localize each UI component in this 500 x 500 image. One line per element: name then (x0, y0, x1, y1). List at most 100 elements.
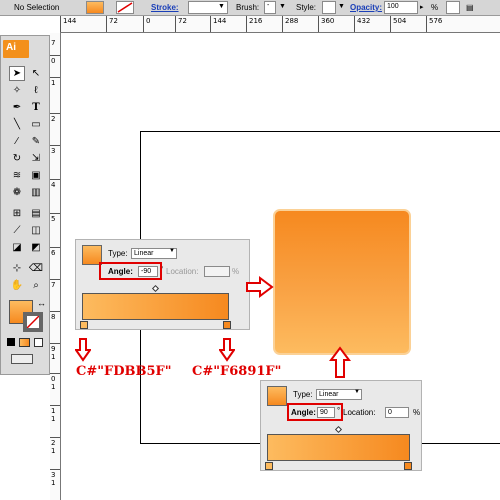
gradient-rectangle[interactable] (273, 209, 411, 355)
ruler-label: 288 (285, 17, 299, 25)
blend-tool-icon[interactable]: ◫ (28, 223, 44, 238)
control-bar: No Selection Stroke: ▼ Brush: - ▼ Style:… (0, 0, 500, 16)
location-input[interactable] (204, 266, 230, 277)
gradient-stop-start[interactable] (265, 462, 273, 470)
ruler-label: 1 (51, 79, 56, 87)
ruler-label: 144 (213, 17, 227, 25)
ruler-label: 0 (51, 57, 56, 65)
rectangle-tool-icon[interactable]: ▭ (28, 117, 44, 132)
paintbrush-tool-icon[interactable]: ∕ (9, 134, 25, 149)
gradient-preview-swatch[interactable] (267, 386, 287, 406)
opacity-input[interactable]: 100 (384, 1, 418, 14)
horizontal-ruler[interactable]: 144 72 0 72 144 216 288 360 432 504 576 (60, 16, 500, 33)
type-label: Type: (293, 390, 313, 399)
selection-tool-icon[interactable]: ➤ (9, 66, 25, 81)
ruler-label: 72 (109, 17, 118, 25)
ruler-label: 7 (51, 281, 56, 289)
chevron-right-icon[interactable]: ▸ (420, 3, 424, 11)
symbol-sprayer-tool-icon[interactable]: ❁ (9, 185, 25, 200)
distribute-icon[interactable]: ▤ (466, 3, 474, 12)
ruler-label: 504 (393, 17, 407, 25)
gradient-stop-end[interactable] (223, 321, 231, 329)
ruler-label: 360 (321, 17, 335, 25)
stroke-swatch[interactable] (23, 312, 43, 332)
gradient-mode-icon[interactable] (19, 338, 30, 347)
stroke-color-swatch[interactable] (116, 1, 134, 14)
ruler-label: 1 (51, 383, 56, 391)
chevron-down-icon[interactable]: ▼ (169, 248, 175, 254)
swap-colors-icon[interactable]: ↔ (37, 298, 46, 308)
free-transform-tool-icon[interactable]: ▣ (28, 168, 44, 183)
pen-tool-icon[interactable]: ✒ (9, 100, 25, 115)
gradient-panel-right: Type: Linear ▼ Angle: 90 ° Location: 0 % (260, 380, 422, 471)
arrow-down-icon (219, 338, 235, 362)
type-label: Type: (108, 249, 128, 258)
brush-select[interactable]: - (264, 1, 276, 14)
fill-color-swatch[interactable] (86, 1, 104, 14)
location-input[interactable]: 0 (385, 407, 409, 418)
chevron-down-icon[interactable]: ▼ (338, 3, 345, 10)
no-stroke-icon (27, 316, 39, 328)
ruler-label: 216 (249, 17, 263, 25)
ruler-label: 8 (51, 313, 56, 321)
type-tool-icon[interactable]: T (28, 100, 44, 115)
gradient-stop-start[interactable] (80, 321, 88, 329)
vertical-ruler[interactable]: 7 0 1 2 3 4 5 6 7 8 9 1 0 1 1 1 2 1 3 1 (50, 33, 61, 500)
lasso-tool-icon[interactable]: ℓ (28, 83, 44, 98)
graph-tool-icon[interactable]: ▥ (28, 185, 44, 200)
live-paint-tool-icon[interactable]: ◪ (9, 240, 25, 255)
ruler-label: 432 (357, 17, 371, 25)
arrow-down-icon (75, 338, 91, 362)
opacity-label[interactable]: Opacity: (350, 3, 382, 12)
gradient-midpoint-handle[interactable] (334, 425, 343, 434)
opacity-unit: % (431, 3, 439, 12)
gradient-slider[interactable] (267, 434, 410, 461)
rotate-tool-icon[interactable]: ↻ (9, 151, 25, 166)
end-color-code: C#"F6891F" (192, 364, 282, 379)
screen-mode-icon[interactable] (11, 354, 33, 364)
ruler-label: 0 (51, 375, 56, 383)
color-mode-icon[interactable] (7, 338, 15, 346)
ruler-label: 2 (51, 439, 56, 447)
ruler-label: 0 (146, 17, 151, 25)
magic-wand-tool-icon[interactable]: ✧ (9, 83, 25, 98)
gradient-stop-end[interactable] (404, 462, 412, 470)
align-button[interactable] (446, 1, 460, 14)
zoom-tool-icon[interactable]: ⌕ (28, 278, 44, 293)
warp-tool-icon[interactable]: ≋ (9, 168, 25, 183)
eraser-tool-icon[interactable]: ⌫ (28, 261, 44, 276)
mesh-tool-icon[interactable]: ⊞ (9, 206, 25, 221)
chevron-down-icon[interactable]: ▼ (279, 3, 286, 10)
style-select[interactable] (322, 1, 336, 14)
slice-tool-icon[interactable]: ⊹ (9, 261, 25, 276)
arrow-up-icon (329, 346, 351, 378)
percent-label: % (413, 408, 421, 417)
hand-tool-icon[interactable]: ✋ (9, 278, 25, 293)
ruler-label: 4 (51, 181, 56, 189)
gradient-tool-icon[interactable]: ▤ (28, 206, 44, 221)
line-tool-icon[interactable]: ╲ (9, 117, 25, 132)
live-paint-select-tool-icon[interactable]: ◩ (28, 240, 44, 255)
ruler-label: 6 (51, 249, 56, 257)
stroke-label[interactable]: Stroke: (151, 3, 179, 12)
chevron-down-icon[interactable]: ▼ (354, 389, 360, 395)
direct-selection-tool-icon[interactable]: ↖ (28, 66, 44, 81)
chevron-down-icon[interactable]: ▼ (218, 3, 225, 10)
ruler-label: 2 (51, 115, 56, 123)
gradient-slider[interactable] (82, 293, 229, 320)
ruler-label: 1 (51, 407, 56, 415)
none-mode-icon[interactable] (34, 338, 43, 347)
angle-highlight (99, 262, 162, 280)
ruler-label: 7 (51, 39, 56, 47)
angle-highlight (287, 403, 343, 421)
gradient-midpoint-handle[interactable] (151, 284, 160, 293)
ruler-label: 3 (51, 147, 56, 155)
eyedropper-tool-icon[interactable]: ⟋ (9, 223, 25, 238)
ruler-label: 1 (51, 353, 56, 361)
scale-tool-icon[interactable]: ⇲ (28, 151, 44, 166)
pencil-tool-icon[interactable]: ✎ (28, 134, 44, 149)
tools-panel: Ai ➤ ↖ ✧ ℓ ✒ T ╲ ▭ ∕ ✎ ↻ ⇲ ≋ ▣ ❁ ▥ ⊞ ▤ ⟋… (0, 35, 50, 375)
arrow-right-icon (246, 276, 274, 298)
ruler-label: 144 (63, 17, 77, 25)
location-label: Location: (343, 408, 376, 417)
